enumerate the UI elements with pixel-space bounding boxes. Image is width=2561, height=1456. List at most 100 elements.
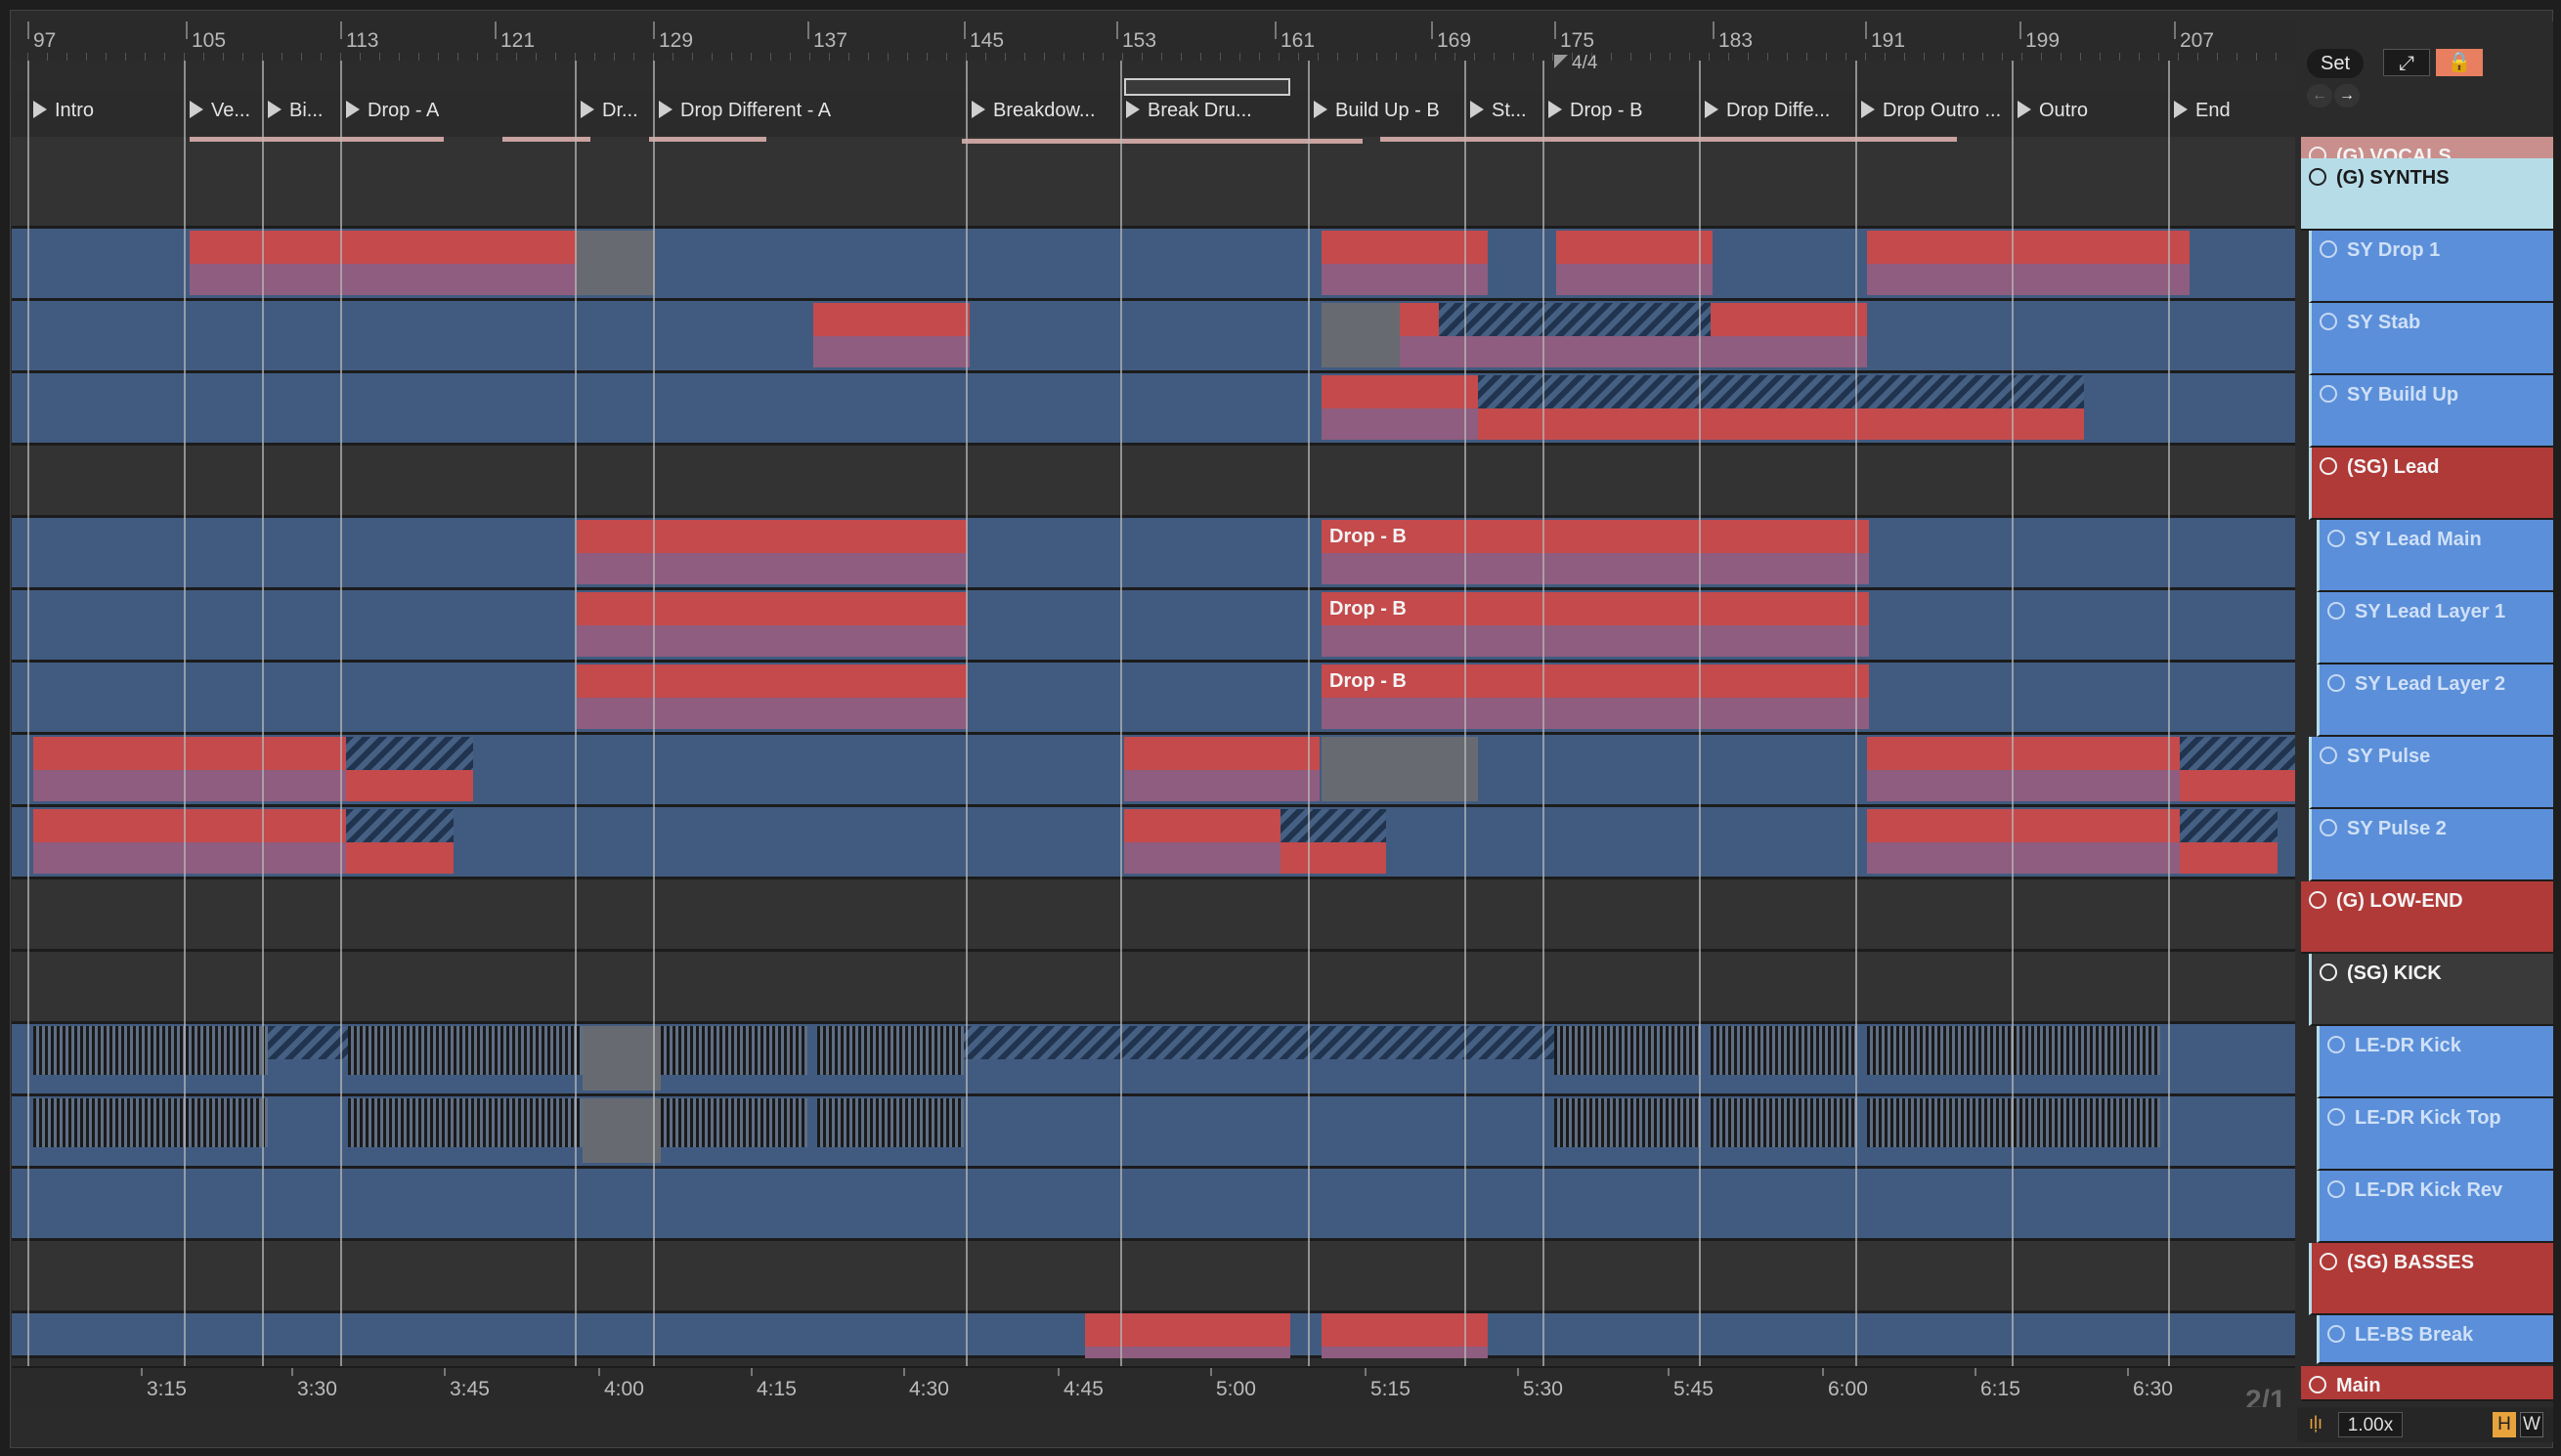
midi-clip[interactable]: Drop - B [1322, 520, 1869, 584]
track-header[interactable]: SY Lead Main [2317, 520, 2553, 592]
track-header[interactable]: LE-DR Kick [2317, 1026, 2553, 1098]
midi-clip[interactable] [577, 520, 968, 584]
loop-brace[interactable] [1124, 78, 1290, 96]
locator-marker[interactable]: St... [1470, 100, 1548, 125]
midi-clip[interactable] [2180, 842, 2278, 874]
track-lane[interactable] [12, 952, 2295, 1024]
track-lane[interactable] [12, 1169, 2295, 1241]
locator-marker[interactable]: End [2174, 100, 2291, 125]
track-lane[interactable] [12, 1241, 2295, 1313]
fold-icon[interactable] [2327, 1036, 2345, 1053]
locator-marker[interactable]: Drop Different - A [659, 100, 972, 125]
audio-meter-icon[interactable]: ıļı [2303, 1413, 2328, 1436]
group-icon[interactable] [2309, 168, 2326, 186]
midi-clip[interactable] [33, 737, 346, 801]
midi-clip[interactable] [1124, 809, 1280, 874]
midi-clip[interactable]: Drop - B [1322, 664, 1869, 729]
locator-marker[interactable]: Bi... [268, 100, 346, 125]
group-track-header[interactable]: (G) LOW-END [2301, 881, 2553, 954]
zoom-field[interactable]: 1.00x [2338, 1412, 2403, 1437]
track-header[interactable]: LE-DR Kick Rev [2317, 1171, 2553, 1243]
subgroup-track-header[interactable]: (SG) BASSES [2309, 1243, 2553, 1315]
locator-marker[interactable]: Outro [2018, 100, 2164, 125]
midi-clip[interactable] [1867, 737, 2180, 801]
group-icon[interactable] [2309, 891, 2326, 909]
midi-clip[interactable] [1556, 231, 1713, 295]
midi-clip[interactable] [346, 842, 454, 874]
back-arrow-button[interactable]: ← [2307, 84, 2332, 107]
midi-clip[interactable] [33, 809, 346, 874]
track-header[interactable]: SY Lead Layer 2 [2317, 664, 2553, 737]
fold-icon[interactable] [2327, 1108, 2345, 1126]
track-lane[interactable] [12, 879, 2295, 952]
locator-marker[interactable]: Build Up - B [1314, 100, 1480, 125]
midi-clip[interactable] [813, 303, 970, 367]
track-header[interactable]: SY Stab [2309, 303, 2553, 375]
fold-icon[interactable] [2327, 530, 2345, 547]
set-button[interactable]: Set [2307, 49, 2364, 78]
fold-icon[interactable] [2327, 674, 2345, 692]
arrangement-view[interactable]: 97 105 113 121 129 137 145 153 161 169 175 183 191 19… [12, 21, 2295, 1407]
midi-clip[interactable] [1711, 303, 1867, 367]
fold-icon[interactable] [2320, 385, 2337, 403]
midi-clip[interactable] [190, 231, 577, 295]
midi-clip[interactable] [1322, 231, 1488, 295]
midi-clip[interactable] [577, 592, 968, 657]
fold-icon[interactable] [2327, 1325, 2345, 1343]
track-header[interactable]: LE-DR Kick Top [2317, 1098, 2553, 1171]
midi-clip[interactable] [1322, 375, 1478, 440]
main-track-header[interactable]: Main [2301, 1366, 2553, 1401]
track-header[interactable]: LE-BS Break [2317, 1315, 2553, 1364]
track-lane[interactable] [12, 301, 2295, 373]
group-icon[interactable] [2320, 964, 2337, 981]
group-track-header[interactable]: (G) SYNTHS [2301, 158, 2553, 231]
fold-icon[interactable] [2320, 747, 2337, 764]
midi-clip[interactable] [1478, 408, 2084, 440]
track-lane[interactable] [12, 446, 2295, 518]
midi-clip[interactable] [1867, 231, 2190, 295]
locator-marker[interactable]: Drop Outro ... [1861, 100, 2008, 125]
time-signature-marker[interactable]: 4/4 [1554, 53, 1597, 74]
time-ruler[interactable]: 3:15 3:30 3:45 4:00 4:15 4:30 4:45 5:00 5:15 5:30… [12, 1366, 2295, 1407]
track-header[interactable]: SY Lead Layer 1 [2317, 592, 2553, 664]
locator-marker[interactable]: Drop - B [1548, 100, 1695, 125]
track-lane[interactable] [12, 590, 2295, 663]
track-lane[interactable] [12, 663, 2295, 735]
midi-clip[interactable] [1280, 842, 1386, 874]
track-lane[interactable] [12, 156, 2295, 229]
group-icon[interactable] [2320, 1253, 2337, 1270]
subgroup-track-header[interactable]: (SG) Lead [2309, 448, 2553, 520]
locator-marker[interactable]: Ve... [190, 100, 268, 125]
lock-button[interactable]: 🔒 [2436, 49, 2483, 76]
locator-marker[interactable]: Dr... [581, 100, 659, 125]
fold-icon[interactable] [2327, 1180, 2345, 1198]
midi-clip[interactable] [1867, 809, 2180, 874]
subgroup-track-header[interactable]: (SG) KICK [2309, 954, 2553, 1026]
fold-icon[interactable] [2320, 313, 2337, 330]
track-header[interactable]: SY Drop 1 [2309, 231, 2553, 303]
midi-clip[interactable] [346, 770, 473, 801]
track-header[interactable]: SY Build Up [2309, 375, 2553, 448]
fold-icon[interactable] [2320, 819, 2337, 836]
locator-marker[interactable]: Drop - A [346, 100, 493, 125]
locator-marker[interactable]: Break Dru... [1126, 100, 1273, 125]
expand-button[interactable]: ⤢ [2383, 49, 2430, 76]
fold-icon[interactable] [2327, 602, 2345, 620]
track-header[interactable]: SY Pulse [2309, 737, 2553, 809]
midi-clip[interactable] [1322, 1313, 1488, 1358]
forward-arrow-button[interactable]: → [2334, 84, 2360, 107]
midi-clip[interactable] [2180, 770, 2295, 801]
track-header[interactable]: SY Pulse 2 [2309, 809, 2553, 881]
locator-marker[interactable]: Intro [33, 100, 180, 125]
w-button[interactable]: W [2520, 1412, 2543, 1437]
midi-clip[interactable] [1124, 737, 1320, 801]
track-lane[interactable] [12, 518, 2295, 590]
h-button[interactable]: H [2493, 1412, 2516, 1437]
bar-ruler[interactable]: 97 105 113 121 129 137 145 153 161 169 175 183 191 19… [12, 21, 2295, 61]
fold-icon[interactable] [2320, 240, 2337, 258]
locator-marker[interactable]: Breakdow... [972, 100, 1108, 125]
midi-clip[interactable] [577, 664, 968, 729]
midi-clip[interactable] [1085, 1313, 1290, 1358]
midi-clip[interactable]: Drop - B [1322, 592, 1869, 657]
group-icon[interactable] [2320, 457, 2337, 475]
